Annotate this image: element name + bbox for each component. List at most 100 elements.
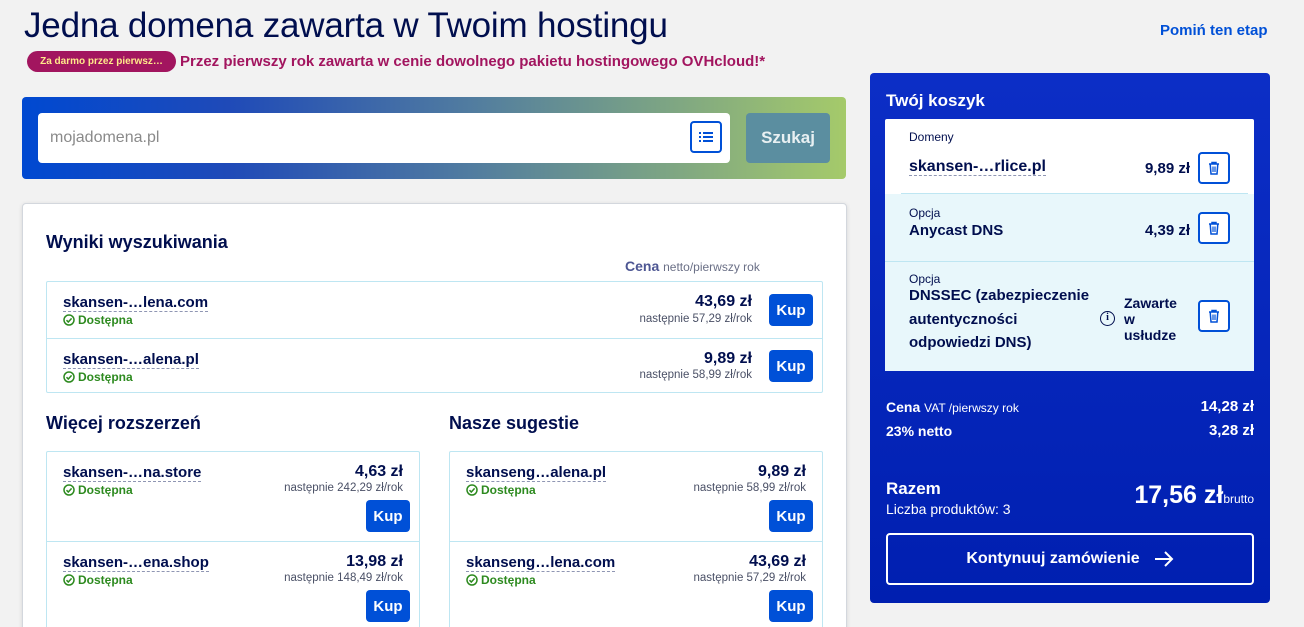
availability-label: Dostępna [78,313,133,327]
renewal-price: następnie 148,49 zł/rok [284,572,403,584]
buy-button[interactable]: Kup [769,294,813,326]
domain-search-input[interactable] [38,113,730,163]
cart-item-option: Opcja Anycast DNS 4,39 zł [885,194,1254,261]
cart-item-name: Anycast DNS [909,222,1004,239]
availability-status: Dostępna [63,370,133,384]
vat-value: 3,28 zł [1208,422,1254,439]
list-item: skansen-…alena.pl Dostępna 9,89 zł nastę… [47,338,822,394]
trash-icon [1209,221,1219,235]
availability-status: Dostępna [63,483,133,497]
domain-price: 43,69 zł [695,293,752,310]
domain-price: 43,69 zł [749,553,806,570]
check-circle-icon [63,484,75,496]
suggestions-title: Nasze sugestie [449,413,580,433]
included-line: usłudze [1124,327,1177,343]
skip-step-link[interactable]: Pomiń ten etap [1160,22,1268,39]
search-button[interactable]: Szukaj [746,113,830,163]
cart-item-label: Domeny [909,130,954,144]
domain-price: 13,98 zł [346,553,403,570]
cart-item-price: 9,89 zł [1144,160,1190,177]
domain-name[interactable]: skansen-…na.store [63,464,202,482]
remove-item-button[interactable] [1198,152,1230,184]
suggestions-list: skanseng…alena.pl Dostępna 9,89 zł nastę… [449,451,823,627]
promo-badge: Za darmo przez pierwsz… [27,51,176,72]
promo-text: Przez pierwszy rok zawarta w cenie dowol… [180,53,766,70]
arrow-right-icon [1154,551,1174,567]
total-amount: 17,56 zł [1134,481,1224,509]
list-item: skansen-…na.store Dostępna 4,63 zł nastę… [47,452,419,541]
products-count: Liczba produktów: 3 [886,501,1011,517]
bulk-search-button[interactable] [690,121,722,153]
renewal-price: następnie 57,29 zł/rok [639,313,752,325]
cart-item-price: 4,39 zł [1144,222,1190,239]
buy-button[interactable]: Kup [769,590,813,622]
search-results-card: Wyniki wyszukiwania Cena netto/pierwszy … [22,203,847,627]
cart-item-domain: Domeny skansen-…rlice.pl 9,89 zł [885,119,1254,193]
included-label: Zawarte w usłudze [1124,295,1177,343]
list-item: skansen-…ena.shop Dostępna 13,98 zł nast… [47,541,419,627]
cart-item-name-line: odpowiedzi DNS) [909,334,1032,351]
domain-price: 9,89 zł [703,350,752,367]
info-icon[interactable]: i [1100,311,1115,326]
continue-order-button[interactable]: Kontynuuj zamówienie [886,533,1254,585]
availability-status: Dostępna [466,483,536,497]
list-item: skanseng…lena.com Dostępna 43,69 zł nast… [450,541,822,627]
included-line: w [1124,311,1135,327]
buy-button[interactable]: Kup [366,590,410,622]
availability-label: Dostępna [78,573,133,587]
list-item: skansen-…lena.com Dostępna 43,69 zł nast… [47,282,822,338]
cart-items: Domeny skansen-…rlice.pl 9,89 zł Opcja A… [885,119,1254,371]
price-column-header: Cena netto/pierwszy rok [625,258,760,274]
renewal-price: następnie 58,99 zł/rok [639,369,752,381]
domain-name[interactable]: skansen-…lena.com [63,294,209,312]
availability-label: Dostępna [78,483,133,497]
cart-item-name-line: DNSSEC (zabezpieczenie [909,287,1090,304]
domain-name[interactable]: skanseng…lena.com [466,554,616,572]
buy-button[interactable]: Kup [769,350,813,382]
domain-name[interactable]: skansen-…ena.shop [63,554,209,572]
total-value: 17,56 złbrutto [1134,481,1254,510]
domain-name[interactable]: skansen-…alena.pl [63,351,199,369]
domain-name[interactable]: skanseng…alena.pl [466,464,607,482]
results-list: skansen-…lena.com Dostępna 43,69 zł nast… [46,281,823,393]
domain-price: 4,63 zł [354,463,403,480]
availability-status: Dostępna [63,313,133,327]
availability-status: Dostępna [466,573,536,587]
check-circle-icon [63,371,75,383]
more-extensions-list: skansen-…na.store Dostępna 4,63 zł nastę… [46,451,420,627]
buy-button[interactable]: Kup [769,500,813,532]
price-value: 14,28 zł [1200,398,1254,415]
check-circle-icon [466,484,478,496]
renewal-price: następnie 242,29 zł/rok [284,482,403,494]
cart-panel: Twój koszyk Domeny skansen-…rlice.pl 9,8… [870,73,1270,603]
domain-price: 9,89 zł [757,463,806,480]
page-title: Jedna domena zawarta w Twoim hostingu [24,6,668,45]
cart-item-label: Opcja [909,272,941,286]
check-circle-icon [63,574,75,586]
cart-item-name-line: autentyczności [909,311,1018,328]
cart-item-option: Opcja DNSSEC (zabezpieczenie autentyczno… [885,262,1254,371]
total-label: Razem [886,479,941,498]
price-label: Cena [625,258,660,274]
renewal-price: następnie 57,29 zł/rok [693,572,806,584]
trash-icon [1209,161,1219,175]
cart-item-name[interactable]: skansen-…rlice.pl [909,159,1046,176]
availability-status: Dostępna [63,573,133,587]
renewal-price: następnie 58,99 zł/rok [693,482,806,494]
check-circle-icon [63,314,75,326]
availability-label: Dostępna [481,573,536,587]
trash-icon [1209,309,1219,323]
availability-label: Dostępna [481,483,536,497]
cart-item-label: Opcja [909,206,941,220]
availability-label: Dostępna [78,370,133,384]
price-label-main: Cena [886,399,921,415]
check-circle-icon [466,574,478,586]
buy-button[interactable]: Kup [366,500,410,532]
cart-title: Twój koszyk [886,91,985,110]
price-label: Cena VAT /pierwszy rok [886,399,1019,415]
included-line: Zawarte [1124,295,1177,311]
list-item: skanseng…alena.pl Dostępna 9,89 zł nastę… [450,452,822,541]
remove-item-button[interactable] [1198,212,1230,244]
list-icon [699,132,713,142]
remove-item-button[interactable] [1198,300,1230,332]
